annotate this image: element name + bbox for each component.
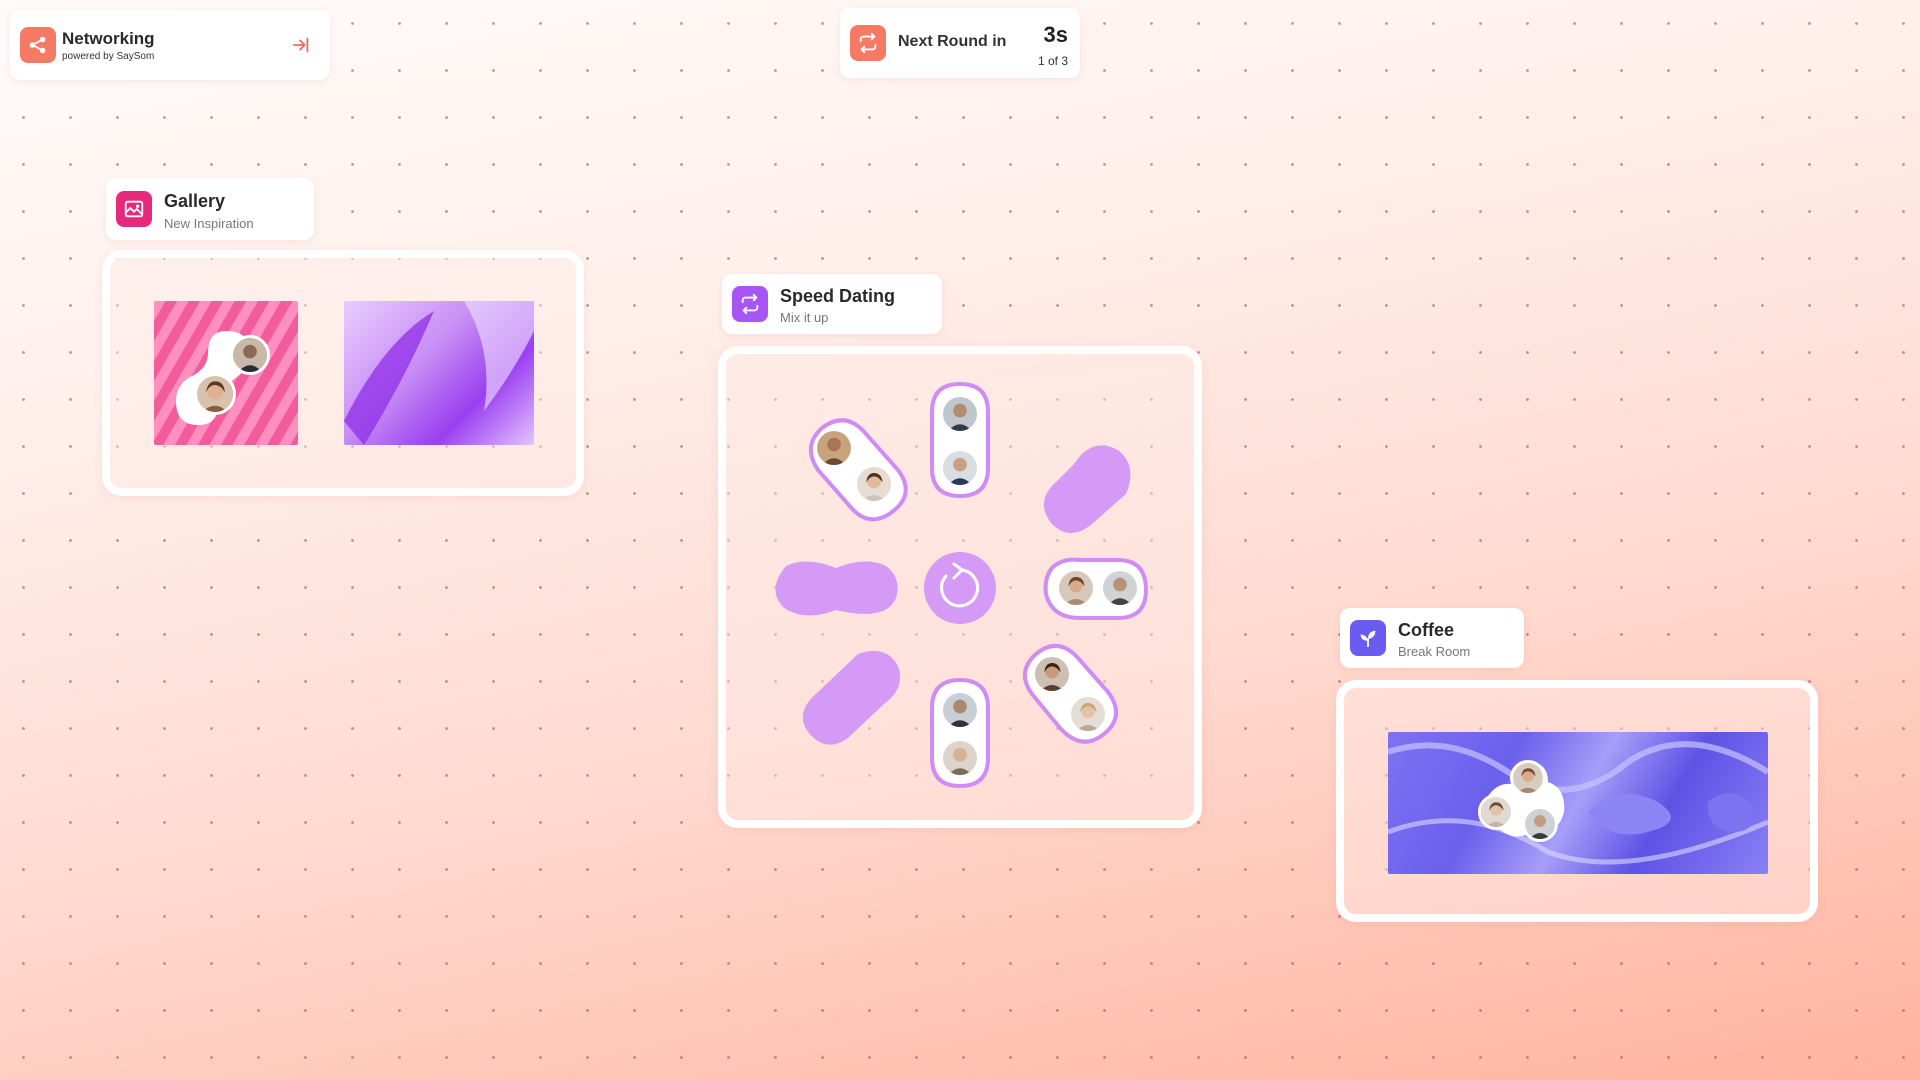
avatar (854, 464, 894, 504)
speed-dating-header[interactable]: Speed Dating Mix it up (722, 274, 942, 334)
coffee-header[interactable]: Coffee Break Room (1340, 608, 1524, 668)
next-round-label: Next Round in (898, 33, 1007, 50)
next-round-card: Next Round in 3s 1 of 3 (840, 8, 1080, 78)
speed-dating-room[interactable] (718, 346, 1202, 828)
coffee-table-area[interactable] (1388, 732, 1768, 874)
avatar (194, 373, 236, 415)
networking-card: Networking powered by SaySom (10, 10, 330, 80)
coffee-room[interactable] (1336, 680, 1818, 922)
countdown-value: 3s (1043, 22, 1068, 47)
avatar (1032, 654, 1072, 694)
rotate-button[interactable] (924, 552, 996, 624)
speed-dating-title: Speed Dating (780, 286, 896, 306)
avatar (1478, 794, 1514, 830)
network-share-icon (20, 27, 56, 63)
seat-empty-left[interactable] (775, 561, 898, 616)
gallery-pair-seat[interactable] (154, 301, 298, 445)
avatar (1522, 806, 1558, 842)
avatar (814, 428, 854, 468)
gallery-header[interactable]: Gallery New Inspiration (106, 178, 314, 240)
seat-empty-top-right[interactable] (1043, 445, 1131, 533)
gallery-title: Gallery (164, 191, 226, 211)
image-icon (116, 191, 152, 227)
gallery-subtitle: New Inspiration (164, 216, 254, 231)
gallery-tile-pink[interactable] (154, 301, 298, 445)
speed-dating-subtitle: Mix it up (780, 310, 829, 325)
repeat-icon (732, 286, 768, 322)
avatar (1510, 760, 1546, 796)
repeat-icon (850, 25, 886, 61)
avatar (940, 738, 980, 778)
coffee-subtitle: Break Room (1398, 644, 1471, 659)
avatar (1068, 694, 1108, 734)
gallery-tile-violet[interactable] (344, 301, 534, 445)
gallery-room[interactable] (102, 250, 584, 496)
exit-icon (292, 37, 309, 53)
exit-button[interactable] (288, 32, 314, 58)
round-progress: 1 of 3 (1037, 54, 1068, 68)
sprout-icon (1350, 620, 1386, 656)
app-title: Networking (62, 29, 155, 48)
seat-empty-bottom-left[interactable] (802, 650, 901, 745)
avatar (1056, 568, 1096, 608)
avatar (940, 690, 980, 730)
coffee-title: Coffee (1398, 620, 1455, 640)
app-subtitle: powered by SaySom (62, 51, 155, 62)
avatar (1100, 568, 1140, 608)
avatar (940, 448, 980, 488)
avatar (940, 394, 980, 434)
avatar (230, 335, 270, 375)
